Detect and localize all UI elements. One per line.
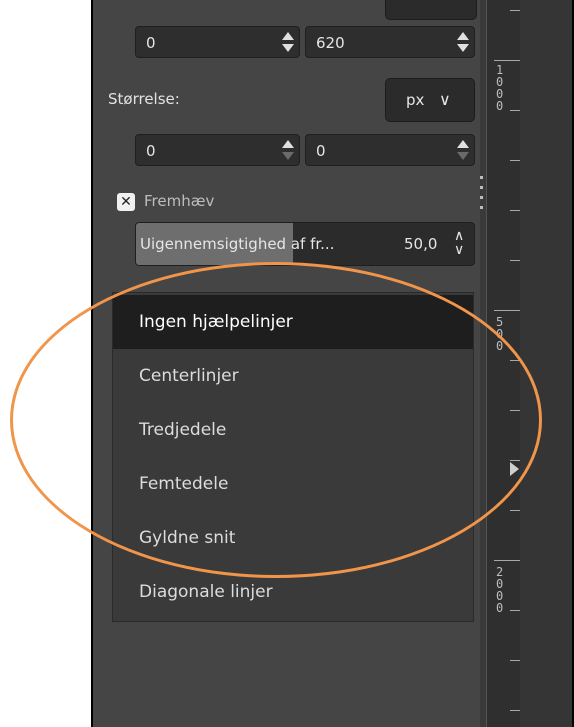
menu-item-rule-of-thirds[interactable]: Tredjedele bbox=[113, 403, 473, 457]
position-x-spinner[interactable]: 0 bbox=[135, 26, 300, 58]
spin-arrows-icon[interactable] bbox=[281, 31, 295, 55]
ruler-tick bbox=[510, 160, 520, 161]
slider-label: Uigennemsigtighed af fr... bbox=[140, 235, 335, 253]
unit-select[interactable]: px ∨ bbox=[385, 78, 475, 122]
ruler-major-tick bbox=[494, 60, 520, 61]
position-y-value: 620 bbox=[316, 34, 345, 52]
panel-grip-icon bbox=[480, 176, 483, 179]
ruler-tick bbox=[510, 110, 520, 111]
spin-arrows-icon[interactable] bbox=[281, 139, 295, 163]
size-width-value: 0 bbox=[146, 142, 156, 160]
size-height-value: 0 bbox=[316, 142, 326, 160]
ruler-tick bbox=[510, 260, 520, 261]
ruler-tick bbox=[510, 10, 520, 11]
panel-grip-icon bbox=[480, 196, 483, 199]
size-width-spinner[interactable]: 0 bbox=[135, 134, 300, 166]
top-dropdown-button[interactable] bbox=[385, 0, 477, 20]
position-y-spinner[interactable]: 620 bbox=[305, 26, 475, 58]
spin-arrows-icon[interactable]: ∧ ∨ bbox=[454, 229, 464, 257]
size-height-spinner[interactable]: 0 bbox=[305, 134, 475, 166]
position-x-value: 0 bbox=[146, 34, 156, 52]
ruler-label: 500 bbox=[496, 315, 504, 353]
guides-dropdown-menu: Ingen hjælpelinjer Centerlinjer Tredjede… bbox=[112, 292, 474, 622]
menu-item-no-guides[interactable]: Ingen hjælpelinjer bbox=[113, 295, 473, 349]
ruler-tick bbox=[510, 610, 520, 611]
ruler-tick bbox=[510, 360, 520, 361]
ruler-label: 1000 bbox=[496, 63, 504, 113]
ruler-major-tick bbox=[494, 560, 520, 561]
ruler-tick bbox=[510, 410, 520, 411]
ruler-tick bbox=[510, 460, 520, 461]
highlight-label: Fremhæv bbox=[144, 192, 215, 210]
ruler-label: 2000 bbox=[496, 565, 504, 615]
menu-item-center-lines[interactable]: Centerlinjer bbox=[113, 349, 473, 403]
panel-grip-icon bbox=[480, 206, 483, 209]
highlight-opacity-slider[interactable]: Uigennemsigtighed af fr... 50,0 ∧ ∨ bbox=[135, 222, 475, 266]
spin-arrows-icon[interactable] bbox=[456, 139, 470, 163]
ruler-tick bbox=[510, 510, 520, 511]
chevron-down-icon: ∨ bbox=[439, 90, 451, 109]
highlight-checkbox[interactable]: ✕ bbox=[117, 193, 135, 211]
panel-grip-icon bbox=[480, 186, 483, 189]
ruler-tick bbox=[510, 710, 520, 711]
ruler-tick bbox=[510, 660, 520, 661]
spin-arrows-icon[interactable] bbox=[456, 31, 470, 55]
unit-value: px bbox=[406, 91, 425, 109]
ruler-major-tick bbox=[494, 310, 520, 311]
ruler-tick bbox=[510, 210, 520, 211]
menu-item-diagonal-lines[interactable]: Diagonale linjer bbox=[113, 565, 473, 619]
canvas-area[interactable] bbox=[520, 0, 572, 727]
menu-item-golden-sections[interactable]: Gyldne snit bbox=[113, 511, 473, 565]
menu-item-rule-of-fifths[interactable]: Femtedele bbox=[113, 457, 473, 511]
slider-value: 50,0 bbox=[404, 235, 438, 253]
ruler-pointer-marker-icon bbox=[510, 462, 519, 476]
size-label: Størrelse: bbox=[108, 90, 180, 108]
